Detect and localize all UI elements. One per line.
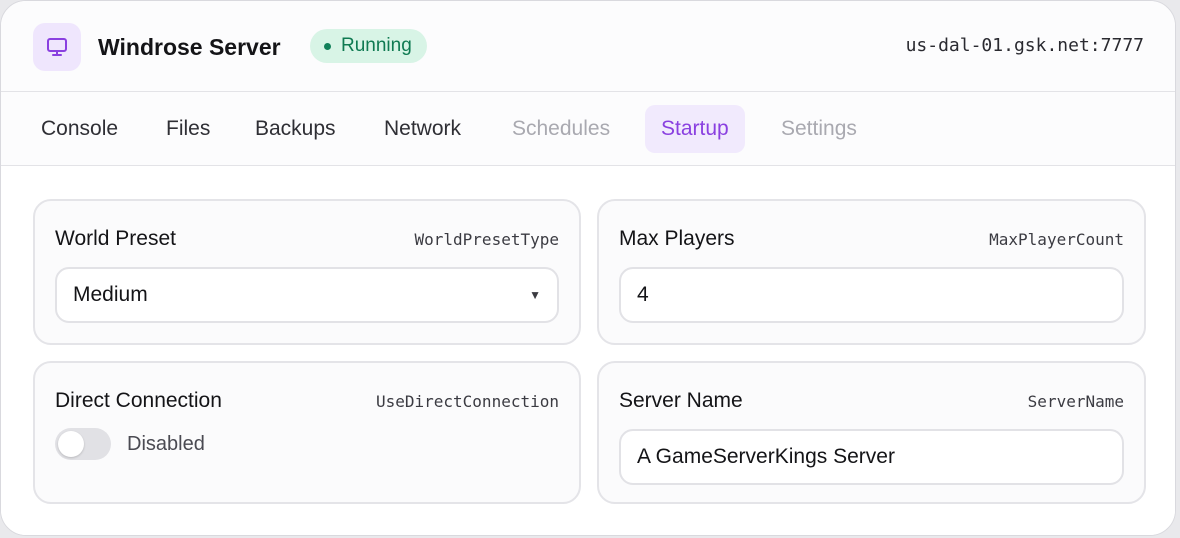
- caret-down-icon: ▼: [529, 288, 541, 302]
- toggle-knob: [58, 431, 84, 457]
- server-name-card: Server Name ServerName A GameServerKings…: [597, 361, 1146, 504]
- server-name-key: ServerName: [1027, 392, 1124, 411]
- world-preset-value: Medium: [73, 283, 148, 306]
- tab-schedules[interactable]: Schedules: [496, 105, 626, 153]
- direct-connection-toggle[interactable]: [55, 428, 111, 460]
- tab-files[interactable]: Files: [150, 105, 226, 153]
- max-players-card: Max Players MaxPlayerCount 4: [597, 199, 1146, 345]
- max-players-key: MaxPlayerCount: [989, 230, 1124, 249]
- direct-connection-card: Direct Connection UseDirectConnection Di…: [33, 361, 581, 504]
- status-text: Running: [341, 35, 412, 56]
- world-preset-label: World Preset: [55, 227, 176, 250]
- tab-startup[interactable]: Startup: [645, 105, 745, 153]
- max-players-label: Max Players: [619, 227, 735, 250]
- world-preset-select[interactable]: Medium ▼: [55, 267, 559, 323]
- tab-backups[interactable]: Backups: [239, 105, 352, 153]
- max-players-input[interactable]: 4: [619, 267, 1124, 323]
- status-badge: Running: [310, 29, 427, 63]
- tab-console[interactable]: Console: [25, 105, 134, 153]
- server-header: Windrose Server Running us-dal-01.gsk.ne…: [1, 1, 1175, 92]
- direct-connection-label: Direct Connection: [55, 389, 222, 412]
- world-preset-card: World Preset WorldPresetType Medium ▼: [33, 199, 581, 345]
- world-preset-key: WorldPresetType: [414, 230, 560, 249]
- startup-settings: World Preset WorldPresetType Medium ▼ Ma…: [1, 166, 1175, 535]
- server-name-label: Server Name: [619, 389, 743, 412]
- tab-network[interactable]: Network: [368, 105, 477, 153]
- tab-settings[interactable]: Settings: [765, 105, 873, 153]
- monitor-icon: [33, 23, 81, 71]
- direct-connection-state: Disabled: [127, 433, 205, 455]
- tab-bar: Console Files Backups Network Schedules …: [1, 92, 1175, 166]
- server-name-input[interactable]: A GameServerKings Server: [619, 429, 1124, 485]
- server-panel: Windrose Server Running us-dal-01.gsk.ne…: [0, 0, 1176, 536]
- status-dot-icon: [324, 42, 331, 50]
- direct-connection-key: UseDirectConnection: [375, 392, 559, 411]
- server-address: us-dal-01.gsk.net:7777: [905, 35, 1144, 56]
- server-title: Windrose Server: [98, 34, 281, 60]
